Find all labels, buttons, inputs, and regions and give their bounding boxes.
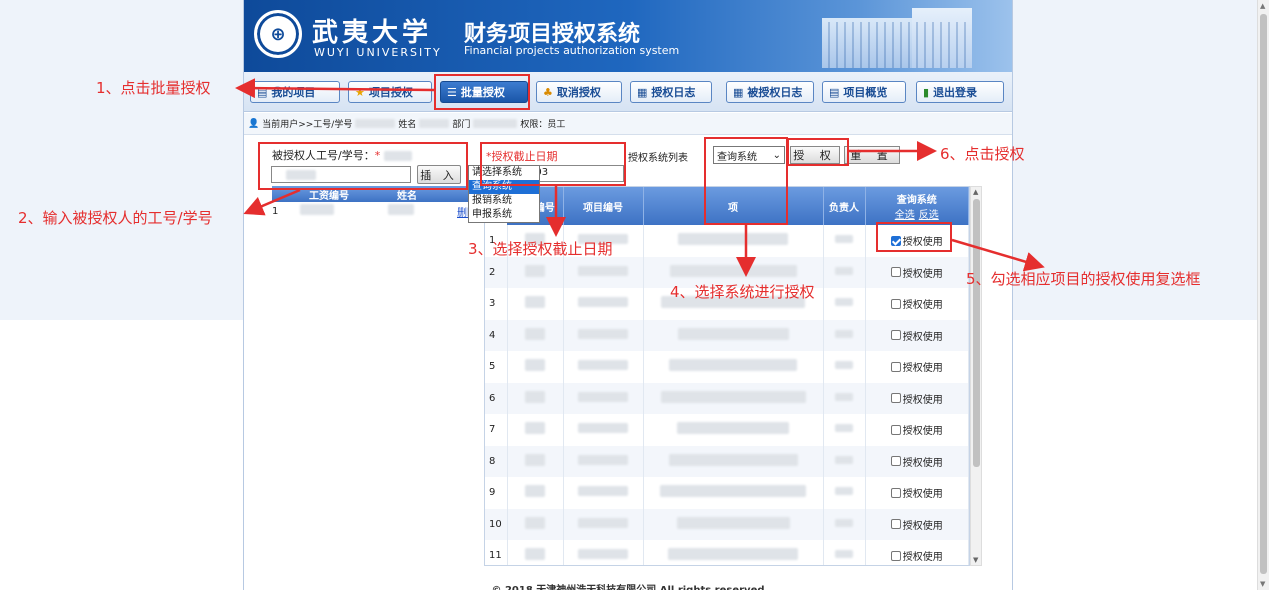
- row-index: 11: [485, 540, 508, 565]
- current-user-bar: 👤 当前用户>>工号/学号 姓名 部门 权限：员工: [244, 113, 1012, 135]
- table-row: 7 授权使用: [485, 414, 969, 446]
- checkbox-icon: [890, 424, 901, 435]
- nav-my-projects[interactable]: ▤ 我的项目: [250, 81, 340, 103]
- system-title-en: Financial projects authorization system: [464, 44, 680, 57]
- table-row: 10 授权使用: [485, 508, 969, 540]
- building-image: [782, 8, 992, 68]
- checkbox-icon: [890, 550, 901, 561]
- checkbox-icon: [890, 267, 901, 277]
- grant-use-checkbox[interactable]: 授权使用: [890, 296, 943, 311]
- checkbox-icon: [890, 487, 901, 498]
- col-query-system: 查询系统 全选 反选: [865, 187, 969, 225]
- log-icon: ▦: [733, 85, 744, 99]
- table-row: 4 授权使用: [485, 319, 969, 351]
- log-icon: ▦: [637, 85, 648, 99]
- table-row: 1 删除: [272, 204, 477, 219]
- annotation-box-deadline: [480, 142, 626, 186]
- blurred-name: [419, 119, 450, 128]
- grantee-panel: 被授权人工号/学号：* 插 入 工资编号 姓名 1 删除: [244, 140, 477, 590]
- document-icon: ▤: [829, 85, 840, 99]
- annotation-step-5: 5、勾选相应项目的授权使用复选框: [966, 270, 1201, 288]
- table-row: 9 授权使用: [485, 477, 969, 509]
- university-logo-icon: ⊕: [254, 10, 302, 58]
- university-name-cn: 武夷大学: [312, 18, 433, 48]
- checkbox-icon: [890, 330, 901, 340]
- document-icon: ▤: [257, 85, 268, 99]
- annotation-box-grant-button: [787, 138, 849, 166]
- grantee-table: 工资编号 姓名 1 删除: [272, 186, 477, 220]
- annotation-box-grantee-id: [258, 142, 468, 190]
- row-index: 4: [485, 319, 508, 351]
- annotation-step-6: 6、点击授权: [940, 145, 1025, 163]
- checkbox-icon: [890, 361, 901, 372]
- annotation-step-3: 3、选择授权截止日期: [468, 240, 613, 258]
- nav-logout[interactable]: ▮ 退出登录: [916, 81, 1004, 103]
- row-index: 5: [485, 351, 508, 383]
- row-index: 2: [485, 256, 508, 288]
- main-nav: ▤ 我的项目 ★ 项目授权 ☰ 批量授权 ♣ 取消授权 ▦ 授权日志 ▦ 被授权…: [244, 72, 1012, 112]
- checkbox-icon: [890, 519, 901, 529]
- exit-icon: ▮: [923, 85, 930, 99]
- grant-use-checkbox[interactable]: 授权使用: [890, 485, 943, 500]
- annotation-box-system-list: [704, 137, 788, 225]
- grant-use-checkbox[interactable]: 授权使用: [890, 359, 943, 374]
- university-name-en: WUYI UNIVERSITY: [314, 46, 442, 59]
- grant-use-checkbox[interactable]: 授权使用: [890, 422, 943, 437]
- nav-cancel-grant[interactable]: ♣ 取消授权: [536, 81, 622, 103]
- reset-button[interactable]: 重 置: [844, 146, 900, 164]
- table-row: 5 授权使用: [485, 351, 969, 383]
- checkbox-icon: [890, 456, 901, 466]
- footer-copyright: © 2018 天津神州浩天科技有限公司 All rights reserved: [244, 580, 1012, 590]
- row-index: 9: [485, 477, 508, 509]
- header-banner: ⊕ 武夷大学 WUYI UNIVERSITY 财务项目授权系统 Financia…: [244, 0, 1012, 72]
- nav-grant-log[interactable]: ▦ 授权日志: [630, 81, 712, 103]
- checkbox-icon: [890, 298, 901, 309]
- table-scrollbar[interactable]: ▲ ▼: [970, 186, 982, 566]
- grant-use-checkbox[interactable]: 授权使用: [890, 391, 943, 406]
- row-index: 8: [485, 445, 508, 477]
- invert-select-link[interactable]: 反选: [919, 210, 939, 221]
- star-icon: ★: [355, 85, 365, 99]
- annotation-step-1: 1、点击批量授权: [96, 79, 211, 97]
- table-row: 6 授权使用: [485, 382, 969, 414]
- select-all-link[interactable]: 全选: [895, 210, 915, 221]
- col-proj-no: 项目编号: [563, 187, 644, 225]
- app-frame: ⊕ 武夷大学 WUYI UNIVERSITY 财务项目授权系统 Financia…: [243, 0, 1013, 590]
- annotation-step-4: 4、选择系统进行授权: [670, 283, 815, 301]
- user-icon: 👤: [248, 118, 260, 129]
- table-row: 8 授权使用: [485, 445, 969, 477]
- option-reimburse-system[interactable]: 报销系统: [469, 194, 539, 208]
- grant-use-checkbox[interactable]: 授权使用: [890, 548, 943, 563]
- table-row: 11 授权使用: [485, 540, 969, 565]
- blurred-dept: [473, 119, 518, 128]
- col-owner: 负责人: [823, 187, 866, 225]
- annotation-step-2: 2、输入被授权人的工号/学号: [18, 209, 213, 227]
- nav-granted-log[interactable]: ▦ 被授权日志: [726, 81, 814, 103]
- annotation-box-checkbox: [876, 222, 952, 252]
- row-index: 3: [485, 288, 508, 320]
- grant-use-checkbox[interactable]: 授权使用: [890, 328, 943, 343]
- row-index: 6: [485, 382, 508, 414]
- row-index: 7: [485, 414, 508, 446]
- system-list-label: 授权系统列表: [628, 153, 688, 164]
- grant-use-checkbox[interactable]: 授权使用: [890, 265, 943, 280]
- grant-use-checkbox[interactable]: 授权使用: [890, 517, 943, 532]
- page-scrollbar[interactable]: ▲ ▼: [1257, 0, 1269, 590]
- user-icon: ♣: [543, 85, 553, 99]
- checkbox-icon: [890, 393, 901, 403]
- annotation-box-batch-grant: [434, 74, 530, 110]
- blurred-id: [355, 119, 396, 128]
- option-declare-system[interactable]: 申报系统: [469, 208, 539, 222]
- row-index: 10: [485, 508, 508, 540]
- grant-use-checkbox[interactable]: 授权使用: [890, 454, 943, 469]
- nav-project-grant[interactable]: ★ 项目授权: [348, 81, 432, 103]
- nav-project-overview[interactable]: ▤ 项目概览: [822, 81, 906, 103]
